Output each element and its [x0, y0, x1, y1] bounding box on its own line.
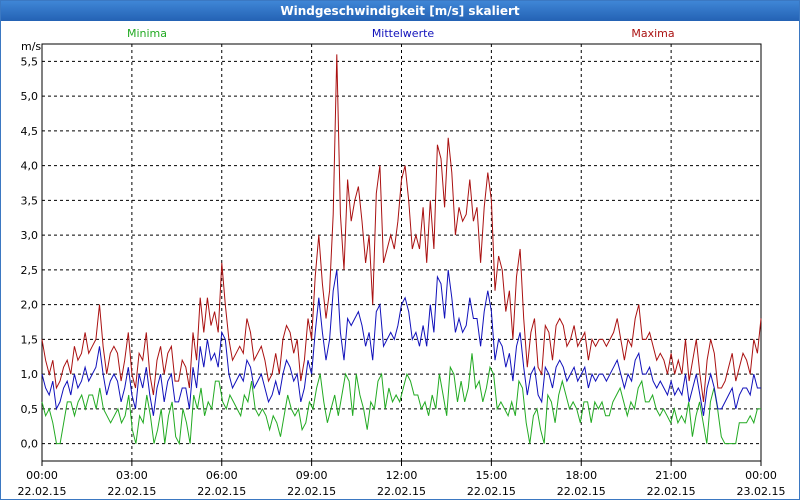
x-tick-time: 09:00	[296, 469, 328, 482]
legend-entry-maxima: Maxima	[631, 27, 674, 40]
window-title: Windgeschwindigkeit [m/s] skaliert	[1, 1, 799, 21]
y-axis-unit: m/s	[21, 40, 41, 53]
y-tick-label: 0,0	[21, 438, 39, 451]
y-tick-label: 5,0	[21, 90, 39, 103]
x-tick-date: 22.02.15	[287, 485, 336, 498]
y-tick-label: 0,5	[21, 403, 39, 416]
chart-window: Windgeschwindigkeit [m/s] skaliert 0,0 0,…	[0, 0, 800, 500]
y-tick-label: 1,5	[21, 333, 39, 346]
x-tick-time: 06:00	[206, 469, 238, 482]
y-tick-label: 3,5	[21, 194, 39, 207]
y-tick-label: 2,5	[21, 264, 39, 277]
y-tick-label: 2,0	[21, 299, 39, 312]
y-tick-label: 3,0	[21, 229, 39, 242]
legend-entry-mittelwerte: Mittelwerte	[372, 27, 435, 40]
wind-speed-chart: 0,0 0,5 1,0 1,5 2,0 2,5 3,0 3,5 4,0 4,5 5,0 5,5 m/s 0…	[18, 27, 786, 498]
legend-entry-minima: Minima	[127, 27, 167, 40]
y-tick-label: 1,0	[21, 368, 39, 381]
x-tick-date: 22.02.15	[197, 485, 246, 498]
x-tick-date: 22.02.15	[467, 485, 516, 498]
y-tick-label: 4,0	[21, 160, 39, 173]
x-tick-date: 23.02.15	[737, 485, 786, 498]
x-tick-time: 18:00	[565, 469, 597, 482]
x-tick-date: 22.02.15	[557, 485, 606, 498]
x-tick-date: 22.02.15	[377, 485, 426, 498]
legend: Minima Mittelwerte Maxima	[127, 27, 675, 40]
x-tick-time: 21:00	[655, 469, 687, 482]
x-tick-date: 22.02.15	[18, 485, 67, 498]
y-tick-label: 5,5	[21, 55, 39, 68]
x-tick-time: 00:00	[26, 469, 58, 482]
x-tick-time: 03:00	[116, 469, 148, 482]
x-tick-time: 00:00	[745, 469, 777, 482]
x-tick-time: 12:00	[386, 469, 418, 482]
x-tick-date: 22.02.15	[107, 485, 156, 498]
x-tick-time: 15:00	[476, 469, 508, 482]
x-tick-date: 22.02.15	[647, 485, 696, 498]
y-tick-label: 4,5	[21, 125, 39, 138]
